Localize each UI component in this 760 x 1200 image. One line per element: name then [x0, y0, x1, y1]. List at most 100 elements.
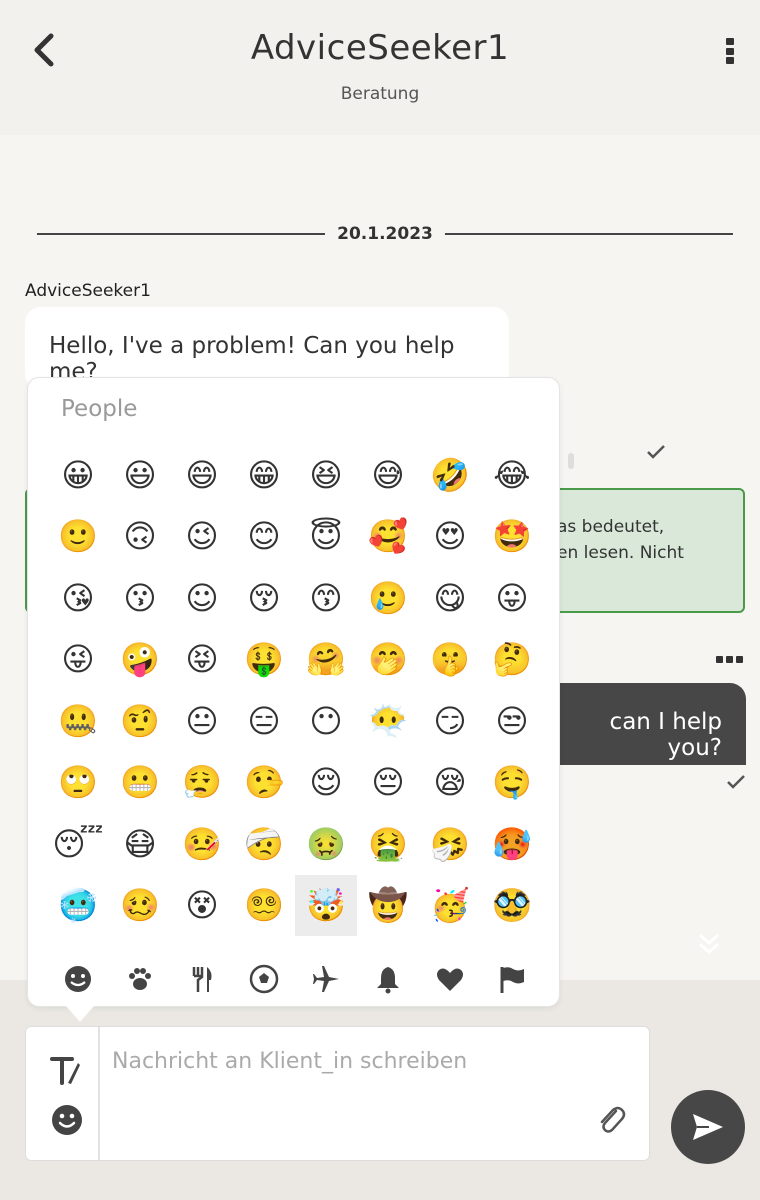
emoji-cell[interactable]: 😏	[419, 690, 481, 752]
outgoing-message: can I help you?	[530, 683, 746, 765]
emoji-cell[interactable]: 😒	[481, 690, 543, 752]
emoji-cell[interactable]: 😶	[295, 690, 357, 752]
airplane-icon	[313, 966, 339, 992]
emoji-cell[interactable]: 😁	[233, 444, 295, 506]
system-notice-line: as bedeutet,	[557, 517, 665, 537]
emoji-cell[interactable]: 😐	[171, 690, 233, 752]
emoji-button[interactable]	[50, 1103, 84, 1137]
emoji-cell[interactable]: 😷	[109, 813, 171, 875]
emoji-tab-heart[interactable]	[419, 956, 481, 1002]
emoji-tab-flag[interactable]	[481, 956, 543, 1002]
attachment-button[interactable]	[596, 1103, 626, 1137]
emoji-cell[interactable]: 🤨	[109, 690, 171, 752]
emoji-grid: 😀 😃 😄 😁 😆 😅 🤣 😂 🙂 🙃 😉 😊 😇 🥰 😍 🤩 😘 😗 ☺ 😚 😙 🥲 😋 😛 😜 🤪 😝 🤑 🤗 🤭 🤫 🤔 🤐 🤨 😐 😑 😶 😶‍🌫…	[47, 444, 543, 936]
chevrons-down-icon	[699, 934, 719, 954]
smiley-icon	[65, 966, 91, 992]
emoji-cell[interactable]: 🤔	[481, 629, 543, 691]
emoji-cell[interactable]: 😊	[233, 506, 295, 568]
smiley-icon	[52, 1105, 82, 1135]
emoji-cell[interactable]: 😜	[47, 629, 109, 691]
emoji-cell[interactable]: 🤑	[233, 629, 295, 691]
emoji-cell[interactable]: 😔	[357, 752, 419, 814]
emoji-tab-cutlery[interactable]	[171, 956, 233, 1002]
emoji-cell[interactable]: 🥸	[481, 875, 543, 937]
emoji-cell[interactable]: 😀	[47, 444, 109, 506]
message-options-icon[interactable]	[716, 656, 743, 663]
emoji-tab-airplane[interactable]	[295, 956, 357, 1002]
emoji-cell[interactable]: 😑	[233, 690, 295, 752]
emoji-cell[interactable]: 🤪	[109, 629, 171, 691]
message-input[interactable]	[112, 1041, 592, 1081]
more-options-button[interactable]	[716, 34, 744, 68]
emoji-cell[interactable]: ☺	[171, 567, 233, 629]
page-subtitle: Beratung	[340, 84, 420, 104]
heart-icon	[437, 968, 463, 991]
emoji-cell[interactable]: 😙	[295, 567, 357, 629]
emoji-cell[interactable]: 😚	[233, 567, 295, 629]
emoji-cell[interactable]: 😍	[419, 506, 481, 568]
emoji-cell[interactable]: 😬	[109, 752, 171, 814]
emoji-cell[interactable]: 😵‍💫	[233, 875, 295, 937]
emoji-cell[interactable]: 😆	[295, 444, 357, 506]
emoji-cell[interactable]: 🥶	[47, 875, 109, 937]
emoji-cell[interactable]: 🤕	[233, 813, 295, 875]
emoji-cell[interactable]: 😝	[171, 629, 233, 691]
emoji-cell[interactable]: 🤒	[171, 813, 233, 875]
emoji-cell[interactable]: 😛	[481, 567, 543, 629]
emoji-cell[interactable]: 🤫	[419, 629, 481, 691]
emoji-cell[interactable]: 🤥	[233, 752, 295, 814]
emoji-cell[interactable]: 😶‍🌫️	[357, 690, 419, 752]
emoji-cell[interactable]: 🤣	[419, 444, 481, 506]
emoji-tab-bell[interactable]	[357, 956, 419, 1002]
paw-icon	[129, 968, 151, 990]
emoji-cell[interactable]: 🤯	[295, 874, 357, 936]
emoji-cell[interactable]: 😵	[171, 875, 233, 937]
emoji-scrollbar[interactable]	[568, 453, 574, 931]
emoji-cell[interactable]: 🙃	[109, 506, 171, 568]
emoji-cell[interactable]: 😗	[109, 567, 171, 629]
emoji-cell[interactable]: 🥰	[357, 506, 419, 568]
emoji-cell[interactable]: 🤧	[419, 813, 481, 875]
bell-icon	[377, 967, 399, 994]
emoji-cell[interactable]: 😪	[419, 752, 481, 814]
emoji-tab-soccer[interactable]	[233, 956, 295, 1002]
emoji-cell[interactable]: 🙂	[47, 506, 109, 568]
flag-icon	[500, 967, 524, 993]
emoji-cell[interactable]: 🤤	[481, 752, 543, 814]
emoji-cell[interactable]: 🤩	[481, 506, 543, 568]
emoji-cell[interactable]: 🥲	[357, 567, 419, 629]
scroll-to-bottom-button[interactable]	[694, 930, 724, 960]
emoji-cell[interactable]: 😄	[171, 444, 233, 506]
emoji-cell[interactable]: 🤗	[295, 629, 357, 691]
emoji-cell[interactable]: 😇	[295, 506, 357, 568]
message-date: 20.1.2023	[337, 224, 433, 244]
emoji-cell[interactable]: 🤠	[357, 875, 419, 937]
emoji-cell[interactable]: 😘	[47, 567, 109, 629]
emoji-cell[interactable]: 😂	[481, 444, 543, 506]
composer	[25, 1026, 650, 1161]
emoji-cell[interactable]: 😉	[171, 506, 233, 568]
emoji-cell[interactable]: 🥵	[481, 813, 543, 875]
emoji-cell[interactable]: 😴	[47, 813, 109, 875]
emoji-category-title: People	[61, 396, 138, 422]
emoji-cell[interactable]: 🤭	[357, 629, 419, 691]
read-check-icon	[647, 445, 665, 459]
emoji-cell[interactable]: 🤢	[295, 813, 357, 875]
emoji-cell[interactable]: 🥳	[419, 875, 481, 937]
emoji-cell[interactable]: 😮‍💨	[171, 752, 233, 814]
picker-caret	[66, 1006, 94, 1022]
emoji-cell[interactable]: 😅	[357, 444, 419, 506]
emoji-cell[interactable]: 🤐	[47, 690, 109, 752]
emoji-tab-paw[interactable]	[109, 956, 171, 1002]
emoji-cell[interactable]: 🤮	[357, 813, 419, 875]
emoji-cell[interactable]: 🥴	[109, 875, 171, 937]
emoji-tab-smiley[interactable]	[47, 956, 109, 1002]
emoji-cell[interactable]: 😃	[109, 444, 171, 506]
emoji-cell[interactable]: 😋	[419, 567, 481, 629]
date-divider: 20.1.2023	[37, 222, 733, 246]
send-button[interactable]	[671, 1090, 745, 1164]
text-format-button[interactable]	[50, 1053, 82, 1087]
emoji-cell[interactable]: 😌	[295, 752, 357, 814]
more-vertical-icon	[726, 38, 734, 45]
emoji-cell[interactable]: 🙄	[47, 752, 109, 814]
